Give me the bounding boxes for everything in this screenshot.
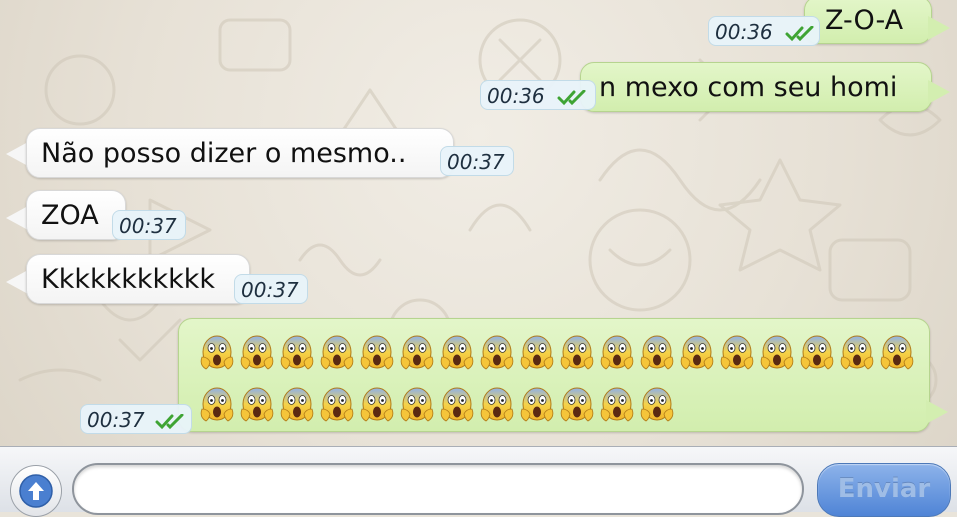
face-screaming-in-fear-emoji xyxy=(280,335,314,370)
message-text: Não posso dizer o mesmo.. xyxy=(41,138,407,169)
face-screaming-in-fear-emoji xyxy=(360,335,394,370)
message-input[interactable] xyxy=(72,463,804,515)
message-bubble-outgoing[interactable]: Z-O-A xyxy=(804,0,932,44)
face-screaming-in-fear-emoji xyxy=(440,335,474,370)
face-screaming-in-fear-emoji xyxy=(880,335,914,370)
timestamp-text: 00:37 xyxy=(87,408,145,432)
timestamp-text: 00:37 xyxy=(447,150,505,174)
chat-background: Z-O-A 00:36 n mexo com seu homi 00:36 Nã… xyxy=(0,0,957,446)
message-bubble-incoming[interactable]: ZOA xyxy=(26,190,126,240)
message-timestamp: 00:36 xyxy=(480,80,596,110)
double-check-icon xyxy=(785,26,814,42)
face-screaming-in-fear-emoji xyxy=(760,335,794,370)
message-bubble-incoming[interactable]: Kkkkkkkkkkk xyxy=(26,254,250,304)
face-screaming-in-fear-emoji xyxy=(240,335,274,370)
double-check-icon xyxy=(155,414,184,430)
message-timestamp: 00:37 xyxy=(112,210,186,240)
face-screaming-in-fear-emoji xyxy=(520,387,554,422)
face-screaming-in-fear-emoji xyxy=(400,335,434,370)
face-screaming-in-fear-emoji xyxy=(440,387,474,422)
face-screaming-in-fear-emoji xyxy=(680,335,714,370)
bubble-tail xyxy=(6,206,28,230)
attach-button[interactable] xyxy=(10,465,62,517)
face-screaming-in-fear-emoji xyxy=(800,335,834,370)
message-text: ZOA xyxy=(41,200,99,231)
timestamp-text: 00:36 xyxy=(487,84,545,108)
timestamp-text: 00:37 xyxy=(119,214,177,238)
face-screaming-in-fear-emoji xyxy=(240,387,274,422)
face-screaming-in-fear-emoji xyxy=(560,387,594,422)
message-bubble-outgoing-emoji[interactable] xyxy=(178,318,930,432)
bubble-tail xyxy=(6,142,28,166)
message-text: Kkkkkkkkkkk xyxy=(41,264,216,295)
send-button[interactable]: Enviar xyxy=(817,463,951,517)
face-screaming-in-fear-emoji xyxy=(600,387,634,422)
face-screaming-in-fear-emoji xyxy=(200,387,234,422)
face-screaming-in-fear-emoji xyxy=(200,335,234,370)
bubble-tail xyxy=(928,16,950,40)
message-timestamp: 00:37 xyxy=(80,404,192,434)
message-bubble-outgoing[interactable]: n mexo com seu homi xyxy=(580,62,932,112)
message-text: n mexo com seu homi xyxy=(599,72,898,103)
timestamp-text: 00:37 xyxy=(241,278,299,302)
message-bubble-incoming[interactable]: Não posso dizer o mesmo.. xyxy=(26,128,454,178)
face-screaming-in-fear-emoji xyxy=(480,387,514,422)
message-text: Z-O-A xyxy=(825,5,904,36)
bubble-tail xyxy=(928,80,950,104)
face-screaming-in-fear-emoji xyxy=(720,335,754,370)
face-screaming-in-fear-emoji xyxy=(320,335,354,370)
message-timestamp: 00:37 xyxy=(234,274,308,304)
emoji-row xyxy=(199,385,679,423)
bubble-tail xyxy=(6,270,28,294)
message-timestamp: 00:36 xyxy=(708,16,820,46)
face-screaming-in-fear-emoji xyxy=(320,387,354,422)
face-screaming-in-fear-emoji xyxy=(560,335,594,370)
timestamp-text: 00:36 xyxy=(715,20,773,44)
arrow-up-circle-icon xyxy=(19,474,53,508)
face-screaming-in-fear-emoji xyxy=(480,335,514,370)
message-timestamp: 00:37 xyxy=(440,146,514,176)
double-check-icon xyxy=(557,90,586,106)
face-screaming-in-fear-emoji xyxy=(520,335,554,370)
emoji-row xyxy=(199,333,919,371)
face-screaming-in-fear-emoji xyxy=(600,335,634,370)
face-screaming-in-fear-emoji xyxy=(400,387,434,422)
face-screaming-in-fear-emoji xyxy=(280,387,314,422)
face-screaming-in-fear-emoji xyxy=(640,387,674,422)
face-screaming-in-fear-emoji xyxy=(360,387,394,422)
face-screaming-in-fear-emoji xyxy=(640,335,674,370)
composer-bar: Enviar xyxy=(0,446,957,517)
face-screaming-in-fear-emoji xyxy=(840,335,874,370)
bubble-tail xyxy=(926,400,948,424)
